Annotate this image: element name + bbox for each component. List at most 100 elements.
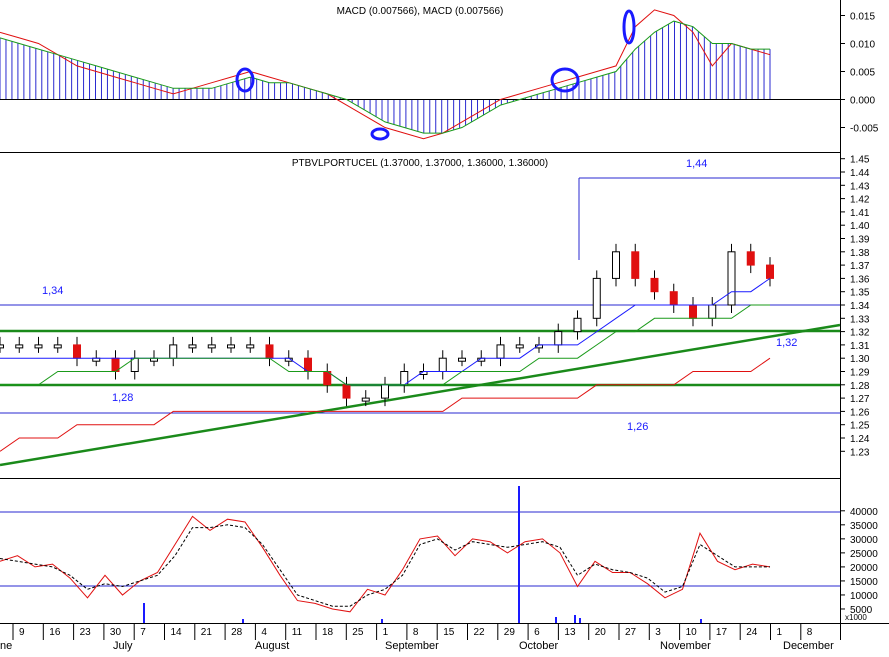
x-axis-day-label: 20 bbox=[595, 627, 607, 638]
candle-body bbox=[573, 317, 582, 333]
candle-body bbox=[612, 251, 620, 279]
month-label-december: December bbox=[783, 640, 834, 652]
volume-axis-label: 10000 bbox=[850, 591, 878, 602]
stock-chart: MACD (0.007566), MACD (0.007566) 0.015 0.… bbox=[0, 0, 889, 652]
month-labels: ne July August September October Novembe… bbox=[0, 640, 834, 652]
x-axis-day-label: 23 bbox=[80, 627, 92, 638]
price-axis-label: 1.45 bbox=[850, 155, 870, 166]
candle-body bbox=[592, 277, 601, 319]
price-axis-label: 1.34 bbox=[850, 301, 870, 312]
candle-body bbox=[342, 384, 351, 399]
price-axis-label: 1.26 bbox=[850, 407, 870, 418]
x-axis-day-label: 1 bbox=[777, 627, 783, 638]
month-label-october: October bbox=[519, 640, 558, 652]
x-axis-day-label: 10 bbox=[686, 627, 698, 638]
x-axis-day-label: 13 bbox=[564, 627, 576, 638]
price-axis-label: 1.39 bbox=[850, 235, 870, 246]
x-axis-day-label: 17 bbox=[716, 627, 728, 638]
x-axis-day-label: 11 bbox=[292, 627, 303, 638]
x-axis-day-label: 25 bbox=[352, 627, 364, 638]
candle-body bbox=[0, 344, 4, 349]
candle-body bbox=[246, 344, 255, 349]
volume-axis-label: 25000 bbox=[850, 549, 878, 560]
price-axis-label: 1.43 bbox=[850, 181, 870, 192]
price-axis-label: 1.41 bbox=[850, 208, 870, 219]
candle-body bbox=[53, 344, 62, 349]
x-axis-day-label: 22 bbox=[474, 627, 486, 638]
candle-body bbox=[496, 344, 505, 359]
candle-body bbox=[227, 344, 235, 349]
annotation-126: 1,26 bbox=[627, 421, 648, 433]
candle-body bbox=[708, 304, 717, 319]
candle-body bbox=[169, 344, 178, 359]
annotation-128: 1,28 bbox=[112, 392, 133, 404]
candle-body bbox=[207, 344, 216, 349]
volume-axis-label: 35000 bbox=[850, 521, 878, 532]
candle-body bbox=[361, 397, 370, 402]
candle-body bbox=[746, 251, 755, 266]
volume-axis-label: 40000 bbox=[850, 507, 878, 518]
candle-body bbox=[515, 344, 524, 349]
x-axis-day-label: 28 bbox=[231, 627, 243, 638]
price-axis-label: 1.35 bbox=[850, 288, 870, 299]
candle-body bbox=[381, 384, 389, 399]
x-axis-day-label: 3 bbox=[655, 627, 661, 638]
x-axis-day-label: 18 bbox=[322, 627, 334, 638]
price-axis-label: 1.36 bbox=[850, 274, 870, 285]
candle-body bbox=[34, 344, 43, 349]
price-axis-label: 1.40 bbox=[850, 221, 870, 232]
candle-body bbox=[188, 344, 197, 349]
annotation-144: 1,44 bbox=[686, 158, 707, 170]
price-axis-label: 1.25 bbox=[850, 421, 870, 432]
price-axis-label: 1.23 bbox=[850, 447, 870, 458]
candle-body bbox=[438, 357, 447, 373]
price-axis-label: 1.42 bbox=[850, 195, 870, 206]
month-label-july: July bbox=[113, 640, 133, 652]
candle-body bbox=[727, 251, 736, 306]
candle-body bbox=[73, 344, 81, 359]
candle-body bbox=[650, 277, 659, 293]
month-label-november: November bbox=[660, 640, 711, 652]
annotation-134: 1,34 bbox=[42, 285, 63, 297]
x-axis-day-label: 15 bbox=[443, 627, 455, 638]
macd-axis-label: 0.010 bbox=[850, 40, 875, 51]
price-axis-label: 1.38 bbox=[850, 248, 870, 259]
x-axis-day-label: 7 bbox=[140, 627, 146, 638]
annotation-132: 1,32 bbox=[776, 337, 797, 349]
x-axis-day-label: 29 bbox=[504, 627, 516, 638]
month-label-partial: ne bbox=[0, 640, 12, 652]
price-axis-label: 1.30 bbox=[850, 354, 870, 365]
x-axis-day-label: 14 bbox=[171, 627, 183, 638]
volume-axis-label: 20000 bbox=[850, 563, 878, 574]
macd-axis-label: 0.015 bbox=[850, 12, 875, 23]
chart-canvas: MACD (0.007566), MACD (0.007566) 0.015 0.… bbox=[0, 0, 889, 652]
x-axis-day-label: 16 bbox=[49, 627, 61, 638]
price-axis-label: 1.44 bbox=[850, 168, 870, 179]
volume-unit: x1000 bbox=[845, 613, 867, 622]
price-axis-label: 1.27 bbox=[850, 394, 870, 405]
x-axis-day-label: 27 bbox=[625, 627, 637, 638]
candle-body bbox=[458, 357, 466, 362]
macd-axis-label: -0.005 bbox=[850, 124, 879, 135]
candle-body bbox=[554, 331, 563, 346]
candle-body bbox=[15, 344, 24, 349]
volume-axis-label: 30000 bbox=[850, 535, 878, 546]
candle-body bbox=[669, 291, 678, 306]
price-axis-label: 1.24 bbox=[850, 434, 870, 445]
price-title: PTBVLPORTUCEL (1.37000, 1.37000, 1.36000… bbox=[292, 158, 548, 169]
macd-title: MACD (0.007566), MACD (0.007566) bbox=[337, 6, 504, 17]
x-axis-day-label: 8 bbox=[413, 627, 419, 638]
price-axis-label: 1.29 bbox=[850, 368, 870, 379]
macd-axis-label: 0.000 bbox=[850, 96, 875, 107]
x-axis-day-label: 21 bbox=[201, 627, 213, 638]
macd-axis-label: 0.005 bbox=[850, 68, 875, 79]
x-axis-day-label: 9 bbox=[19, 627, 25, 638]
x-axis-day-label: 30 bbox=[110, 627, 122, 638]
x-axis-day-label: 6 bbox=[534, 627, 540, 638]
candle-body bbox=[766, 264, 774, 279]
month-label-august: August bbox=[255, 640, 289, 652]
price-axis-label: 1.28 bbox=[850, 381, 870, 392]
x-axis-day-label: 8 bbox=[807, 627, 813, 638]
candle-body bbox=[631, 251, 640, 279]
price-axis-label: 1.33 bbox=[850, 314, 870, 325]
